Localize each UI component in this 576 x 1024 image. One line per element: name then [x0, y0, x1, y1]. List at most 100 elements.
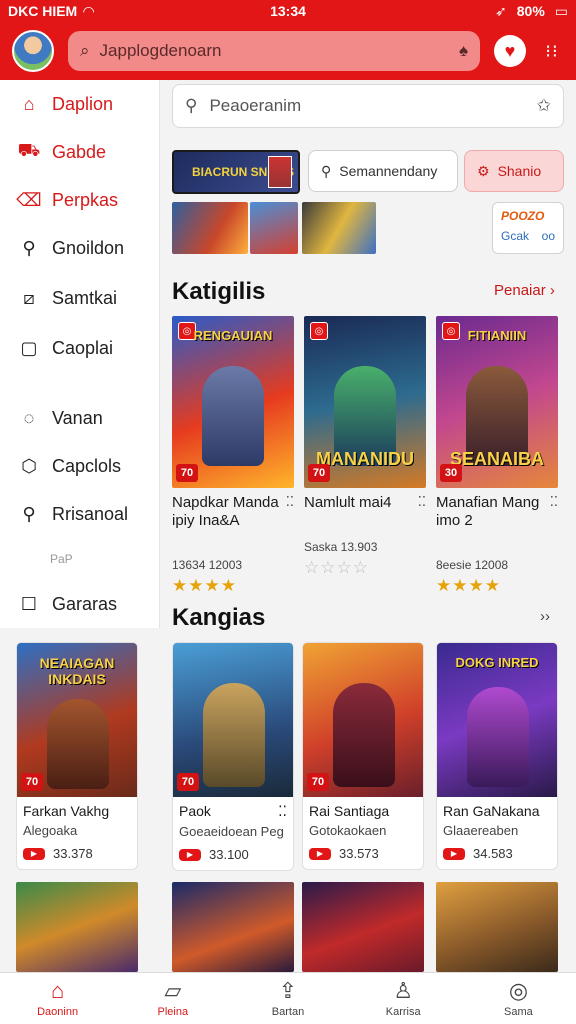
search-icon: ⌕	[80, 41, 90, 60]
sidebar-item-7[interactable]: ⬡ Capclols	[0, 446, 160, 486]
game-card[interactable]: ◎ RENGAUIAN 70 Napdkar Manda ipiy Ina&A ⁚…	[172, 316, 294, 596]
filter-chip[interactable]: ⚲ Semannendany	[308, 150, 458, 192]
game-title: Manafian Mang imo 2	[436, 494, 540, 529]
header-search-input[interactable]: ⌕ Japplogdenoarn ♠	[68, 31, 480, 71]
game-art: ◎ RENGAUIAN 70	[172, 316, 294, 488]
home-icon: ⌂	[50, 977, 65, 1003]
game-card[interactable]: ◎ MANANIDU 70 Namlult mai4 ⁚⁚ Saska 13.90…	[304, 316, 426, 578]
thumbnail[interactable]	[302, 202, 376, 254]
sidebar-item-1[interactable]: ⛟ Gabde	[0, 132, 160, 172]
game-card[interactable]: 70 Paok ⁚⁚ Goeaeidoean Peg ▶ 33.100	[172, 642, 294, 871]
promo-banner[interactable]: BIACRUN SNIELS	[172, 150, 300, 194]
section-title: Kangias	[172, 604, 266, 631]
play-icon: ▶	[23, 847, 45, 860]
nav-label: Sama	[504, 1005, 533, 1018]
sidebar-item-3[interactable]: ⚲ Gnoildon	[0, 228, 160, 268]
main-search-placeholder: Peaoeranim	[209, 96, 302, 115]
game-title: Namlult mai4	[304, 494, 392, 511]
art-label: NEAIAGAN INKDAIS	[39, 655, 115, 687]
age-badge: 70	[177, 773, 199, 791]
game-name: Farkan Vakhg	[23, 803, 110, 819]
nav-item-share[interactable]: ⇪ Bartan	[230, 973, 345, 1024]
section-title: Katigilis	[172, 278, 266, 305]
game-price: 34.583	[473, 846, 513, 861]
sidebar-item-label: Perpkas	[52, 189, 119, 210]
sidebar-item-label: Samtkai	[52, 287, 118, 308]
puzzle-icon: ⬡	[21, 455, 37, 476]
rating-stars: ★★★★	[172, 576, 237, 595]
game-card[interactable]: NEAIAGAN INKDAIS 70 Farkan Vakhg Alegoak…	[16, 642, 138, 870]
age-badge: 70	[307, 773, 329, 791]
main-search-input[interactable]: ⚲ Peaoeranim ✩	[172, 84, 564, 128]
sidebar-item-9[interactable]: ☐ Gararas	[0, 584, 160, 624]
nav-item-explore[interactable]: ◎ Sama	[461, 973, 576, 1024]
game-subtitle: Glaaereaben	[443, 823, 519, 838]
favorites-button[interactable]: ♥	[494, 35, 526, 67]
game-card[interactable]: 70 Rai Santiaga Gotokaokaen ▶ 33.573	[302, 642, 424, 870]
sidebar-item-4[interactable]: ⧄ Samtkai	[0, 278, 160, 318]
more-icon[interactable]: ⁚⁚	[278, 803, 287, 820]
header-search-placeholder: Japplogdenoarn	[99, 41, 222, 60]
game-thumbnail[interactable]	[436, 882, 558, 972]
search-icon: ⚲	[321, 162, 332, 179]
sidebar-item-label: Caoplai	[52, 337, 114, 358]
game-meta: 8eesie 12008	[436, 558, 509, 572]
location-icon: ➶	[495, 2, 507, 19]
game-art: 70	[173, 643, 293, 797]
nav-item-map[interactable]: ▱ Pleina	[115, 973, 230, 1024]
more-icon[interactable]: ⁚⁚	[286, 494, 294, 530]
game-logo-icon: ◎	[310, 322, 328, 340]
game-price: 33.378	[53, 846, 93, 861]
cart-icon: ⛟	[17, 140, 41, 160]
battery-text: 80%	[516, 3, 545, 19]
more-options-button[interactable]: ⁝⁝	[540, 41, 564, 62]
game-card[interactable]: DOKG INRED Ran GaNakana Glaaereaben ▶ 34.…	[436, 642, 558, 870]
star-icon[interactable]: ✩	[537, 96, 551, 116]
thumbnail[interactable]	[250, 202, 298, 254]
status-bar: DKC HIEM ◠ 13:34 ➶ 80% ▭	[0, 0, 576, 22]
nav-label: Karrisa	[385, 1005, 421, 1018]
play-icon: ▶	[309, 847, 331, 860]
age-badge: 70	[308, 464, 330, 482]
sidebar-faded-text: PaP	[50, 552, 73, 566]
heart-icon: ♥	[504, 40, 516, 61]
sidebar-item-5[interactable]: ▢ Caoplai	[0, 328, 160, 368]
game-price: 33.100	[209, 847, 249, 862]
chip-label: Shanio	[497, 163, 542, 179]
sidebar-item-2[interactable]: ⌫ Perpkas	[0, 180, 160, 220]
nav-item-profile[interactable]: ♙ Karrisa	[346, 973, 461, 1024]
more-icon[interactable]: ⁚⁚	[418, 494, 426, 512]
game-card[interactable]: ◎ FITIANIIN SEANAIBA 30 Manafian Mang im…	[436, 316, 558, 596]
thumbnail[interactable]	[172, 202, 248, 254]
mini-badge-card[interactable]: POOZO Gcak oo	[492, 202, 564, 254]
chevron-right-icon: ›	[549, 282, 555, 299]
filter-chip-active[interactable]: ⚙ Shanio	[464, 150, 564, 192]
see-all-link[interactable]: ››	[540, 608, 550, 625]
game-name: Rai Santiaga	[309, 803, 390, 819]
art-label: FITIANIIN	[467, 328, 527, 343]
sidebar-item-6[interactable]: ◌ Vanan	[0, 398, 160, 438]
nav-item-home[interactable]: ⌂ Daoninn	[0, 973, 115, 1024]
avatar[interactable]	[12, 30, 54, 72]
hero-figure	[202, 366, 264, 466]
double-chevron-icon: ››	[540, 608, 550, 625]
game-art: ◎ FITIANIIN SEANAIBA 30	[436, 316, 558, 488]
sidebar-item-0[interactable]: ⌂ Daplion	[0, 84, 160, 124]
sidebar-item-label: Gnoildon	[52, 237, 125, 258]
more-icon[interactable]: ⁚⁚	[550, 494, 558, 530]
tag-icon: ⌫	[16, 189, 42, 210]
game-subtitle: Alegoaka	[23, 823, 78, 838]
see-all-link[interactable]: Penaiar ›	[494, 282, 555, 299]
game-thumbnail[interactable]	[16, 882, 138, 972]
play-icon: ▶	[179, 848, 201, 861]
search-icon: ⚲	[185, 96, 198, 115]
sidebar-item-label: Daplion	[52, 93, 114, 114]
game-name: Ran GaNakana	[443, 803, 540, 819]
game-thumbnail[interactable]	[172, 882, 294, 972]
game-thumbnail[interactable]	[302, 882, 424, 972]
sidebar-item-8[interactable]: ⚲ Rrisanoal	[0, 494, 160, 534]
page-icon: ▢	[20, 337, 38, 358]
mic-icon[interactable]: ♠	[459, 41, 468, 61]
nav-label: Pleina	[157, 1005, 189, 1018]
chat-icon: ◌	[23, 407, 35, 428]
